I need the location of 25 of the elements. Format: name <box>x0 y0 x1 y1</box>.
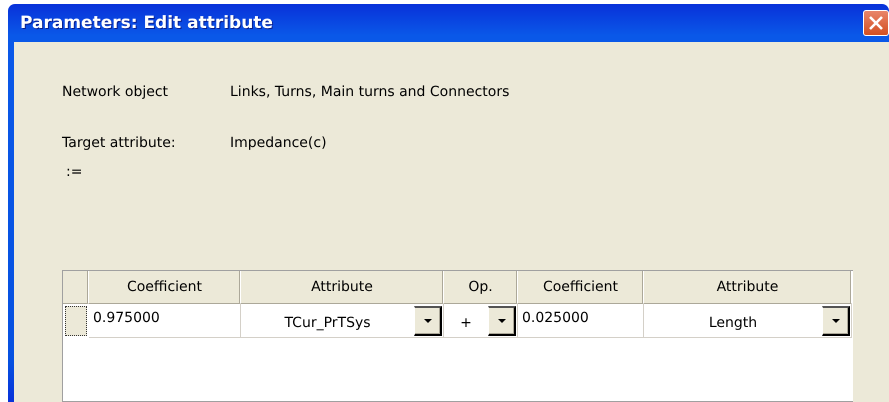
dropdown[interactable]: TCur_PrTSys <box>241 304 444 338</box>
field-label: Target attribute: <box>62 135 177 151</box>
caret-icon <box>832 318 840 322</box>
dropdown-arrow-button[interactable] <box>414 306 442 336</box>
field-label: Network object <box>62 84 170 100</box>
table-cell[interactable]: 0.025000 <box>518 304 644 338</box>
row-selector[interactable] <box>65 306 87 336</box>
field-value: Impedance(c) <box>230 135 327 151</box>
close-icon <box>868 15 884 31</box>
column-header[interactable]: Coefficient <box>518 271 644 304</box>
field-value: Links, Turns, Main turns and Connectors <box>230 84 510 100</box>
close-button[interactable] <box>863 10 889 36</box>
column-header[interactable]: Coefficient <box>89 271 241 304</box>
caret-icon <box>424 318 432 322</box>
caret-icon <box>498 318 506 322</box>
assign-symbol: := <box>66 164 82 180</box>
dropdown[interactable]: Length <box>644 304 852 338</box>
column-header[interactable]: Attribute <box>644 271 852 304</box>
column-header[interactable]: Attribute <box>241 271 444 304</box>
window-title: Parameters: Edit attribute <box>20 13 273 33</box>
dropdown-arrow-button[interactable] <box>822 306 850 336</box>
dropdown[interactable]: + <box>444 304 518 338</box>
table-cell[interactable]: 0.975000 <box>89 304 241 338</box>
dropdown-arrow-button[interactable] <box>488 306 516 336</box>
column-header[interactable]: Op. <box>444 271 518 304</box>
